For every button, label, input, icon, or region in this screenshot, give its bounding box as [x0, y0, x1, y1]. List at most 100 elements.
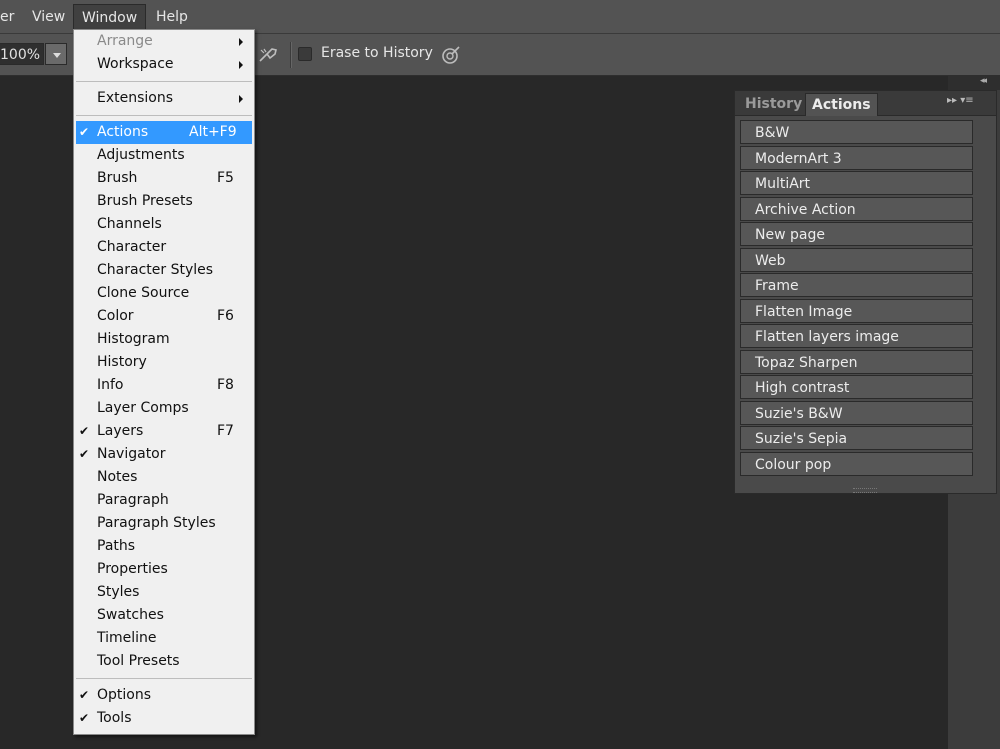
menu-item-label: Histogram [97, 331, 170, 347]
checkmark-icon: ✔ [79, 447, 90, 461]
window-menu-dropdown: Arrange Workspace Extensions ✔ Actions Alt+… [73, 29, 255, 735]
menu-item-label: Swatches [97, 607, 164, 623]
menu-item-paths[interactable]: Paths [74, 535, 254, 558]
menu-item-label: Character [97, 239, 167, 255]
action-set-new-page[interactable]: New page [740, 222, 973, 246]
menu-view[interactable]: View [24, 4, 73, 30]
menu-item-swatches[interactable]: Swatches [74, 604, 254, 627]
erase-to-history-checkbox[interactable] [298, 47, 312, 61]
menu-item-shortcut: Alt+F9 [189, 124, 237, 140]
menu-item-label: Tool Presets [97, 653, 180, 669]
menu-item-label: Channels [97, 216, 162, 232]
menu-item-label: Tools [97, 710, 132, 726]
menu-item-layers[interactable]: ✔ Layers F7 [74, 420, 254, 443]
action-set-topaz-sharpen[interactable]: Topaz Sharpen [740, 349, 973, 374]
dock-header [948, 76, 1000, 90]
action-set-flatten-image[interactable]: Flatten Image [740, 298, 973, 323]
panel-menu-icon[interactable]: ▸▸ ▾≡ [947, 95, 991, 111]
menu-item-styles[interactable]: Styles [74, 581, 254, 604]
menu-item-workspace[interactable]: Workspace [74, 53, 254, 76]
menu-item-info[interactable]: Info F8 [74, 374, 254, 397]
tab-history[interactable]: History [739, 93, 808, 115]
menu-item-label: Styles [97, 584, 140, 600]
menu-item-label: Options [97, 687, 152, 703]
menu-item-brush[interactable]: Brush F5 [74, 167, 254, 190]
panel-tab-bar: History Actions ▸▸ ▾≡ [735, 91, 996, 116]
menu-layer[interactable]: er [0, 4, 22, 30]
menu-item-label: Timeline [97, 630, 157, 646]
menu-item-label: Layer Comps [97, 400, 189, 416]
menu-item-tools[interactable]: ✔ Tools [74, 707, 254, 730]
menu-item-label: Navigator [97, 446, 166, 462]
action-set-frame[interactable]: Frame [740, 273, 973, 297]
menu-item-tool-presets[interactable]: Tool Presets [74, 650, 254, 673]
menu-item-label: Properties [97, 561, 168, 577]
checkmark-icon: ✔ [79, 125, 90, 139]
menu-item-character[interactable]: Character [74, 236, 254, 259]
menu-item-properties[interactable]: Properties [74, 558, 254, 581]
menu-help[interactable]: Help [148, 4, 196, 30]
zoom-field[interactable]: 100% [0, 43, 44, 65]
menu-item-character-styles[interactable]: Character Styles [74, 259, 254, 282]
menu-item-timeline[interactable]: Timeline [74, 627, 254, 650]
menu-item-label: Brush Presets [97, 193, 193, 209]
menu-item-label: Layers [97, 423, 144, 439]
menu-item-shortcut: F6 [217, 308, 234, 324]
menu-item-notes[interactable]: Notes [74, 466, 254, 489]
menu-item-channels[interactable]: Channels [74, 213, 254, 236]
zoom-dropdown-button[interactable] [45, 43, 67, 65]
menu-item-color[interactable]: Color F6 [74, 305, 254, 328]
panel-resize-grip[interactable] [853, 488, 877, 493]
options-separator [290, 42, 292, 68]
menu-item-label: Clone Source [97, 285, 190, 301]
menu-item-shortcut: F7 [217, 423, 234, 439]
airbrush-icon[interactable] [258, 46, 280, 64]
action-set-flatten-layers-image[interactable]: Flatten layers image [740, 324, 973, 348]
submenu-arrow-icon [239, 95, 243, 103]
menu-item-histogram[interactable]: Histogram [74, 328, 254, 351]
submenu-arrow-icon [239, 61, 243, 69]
menu-item-actions[interactable]: ✔ Actions Alt+F9 [76, 121, 252, 144]
menu-item-label: Notes [97, 469, 138, 485]
action-set-archive-action[interactable]: Archive Action [740, 196, 973, 221]
menu-item-label: Info [97, 377, 124, 393]
menu-item-paragraph[interactable]: Paragraph [74, 489, 254, 512]
action-set-colour-pop[interactable]: Colour pop [740, 451, 973, 476]
menu-separator [76, 81, 252, 82]
menu-item-history[interactable]: History [74, 351, 254, 374]
action-set-web[interactable]: Web [740, 247, 973, 272]
erase-to-history-label[interactable]: Erase to History [321, 45, 433, 61]
action-set-multiart[interactable]: MultiArt [740, 171, 973, 195]
submenu-arrow-icon [239, 38, 243, 46]
collapse-panels-icon[interactable]: ◂◂ [980, 76, 987, 86]
action-set-suzie-s-sepia[interactable]: Suzie's Sepia [740, 426, 973, 450]
menu-item-arrange[interactable]: Arrange [74, 30, 254, 53]
menu-item-label: Paragraph Styles [97, 515, 216, 531]
tab-actions[interactable]: Actions [805, 93, 878, 116]
menu-item-paragraph-styles[interactable]: Paragraph Styles [74, 512, 254, 535]
menu-item-label: Paragraph [97, 492, 169, 508]
menu-item-label: Paths [97, 538, 136, 554]
actions-list: B&W ModernArt 3 MultiArt Archive Action New … [740, 120, 973, 477]
action-set-modernart-3[interactable]: ModernArt 3 [740, 145, 973, 170]
action-set-high-contrast[interactable]: High contrast [740, 375, 973, 399]
menu-separator [76, 678, 252, 679]
menu-separator [76, 115, 252, 116]
menu-item-clone-source[interactable]: Clone Source [74, 282, 254, 305]
menu-window[interactable]: Window [73, 4, 147, 31]
pressure-opacity-icon[interactable] [440, 44, 462, 66]
menu-item-options[interactable]: ✔ Options [74, 684, 254, 707]
menu-item-adjustments[interactable]: Adjustments [74, 144, 254, 167]
checkmark-icon: ✔ [79, 711, 90, 725]
menu-item-brush-presets[interactable]: Brush Presets [74, 190, 254, 213]
menu-item-label: Actions [97, 124, 149, 140]
menu-item-layer-comps[interactable]: Layer Comps [74, 397, 254, 420]
menu-item-shortcut: F5 [217, 170, 234, 186]
menu-item-navigator[interactable]: ✔ Navigator [74, 443, 254, 466]
action-set-b-w[interactable]: B&W [740, 120, 973, 144]
menu-item-extensions[interactable]: Extensions [74, 87, 254, 110]
menu-item-label: Character Styles [97, 262, 214, 278]
menu-item-label: Extensions [97, 90, 174, 106]
checkmark-icon: ✔ [79, 688, 90, 702]
action-set-suzie-s-b-w[interactable]: Suzie's B&W [740, 400, 973, 425]
